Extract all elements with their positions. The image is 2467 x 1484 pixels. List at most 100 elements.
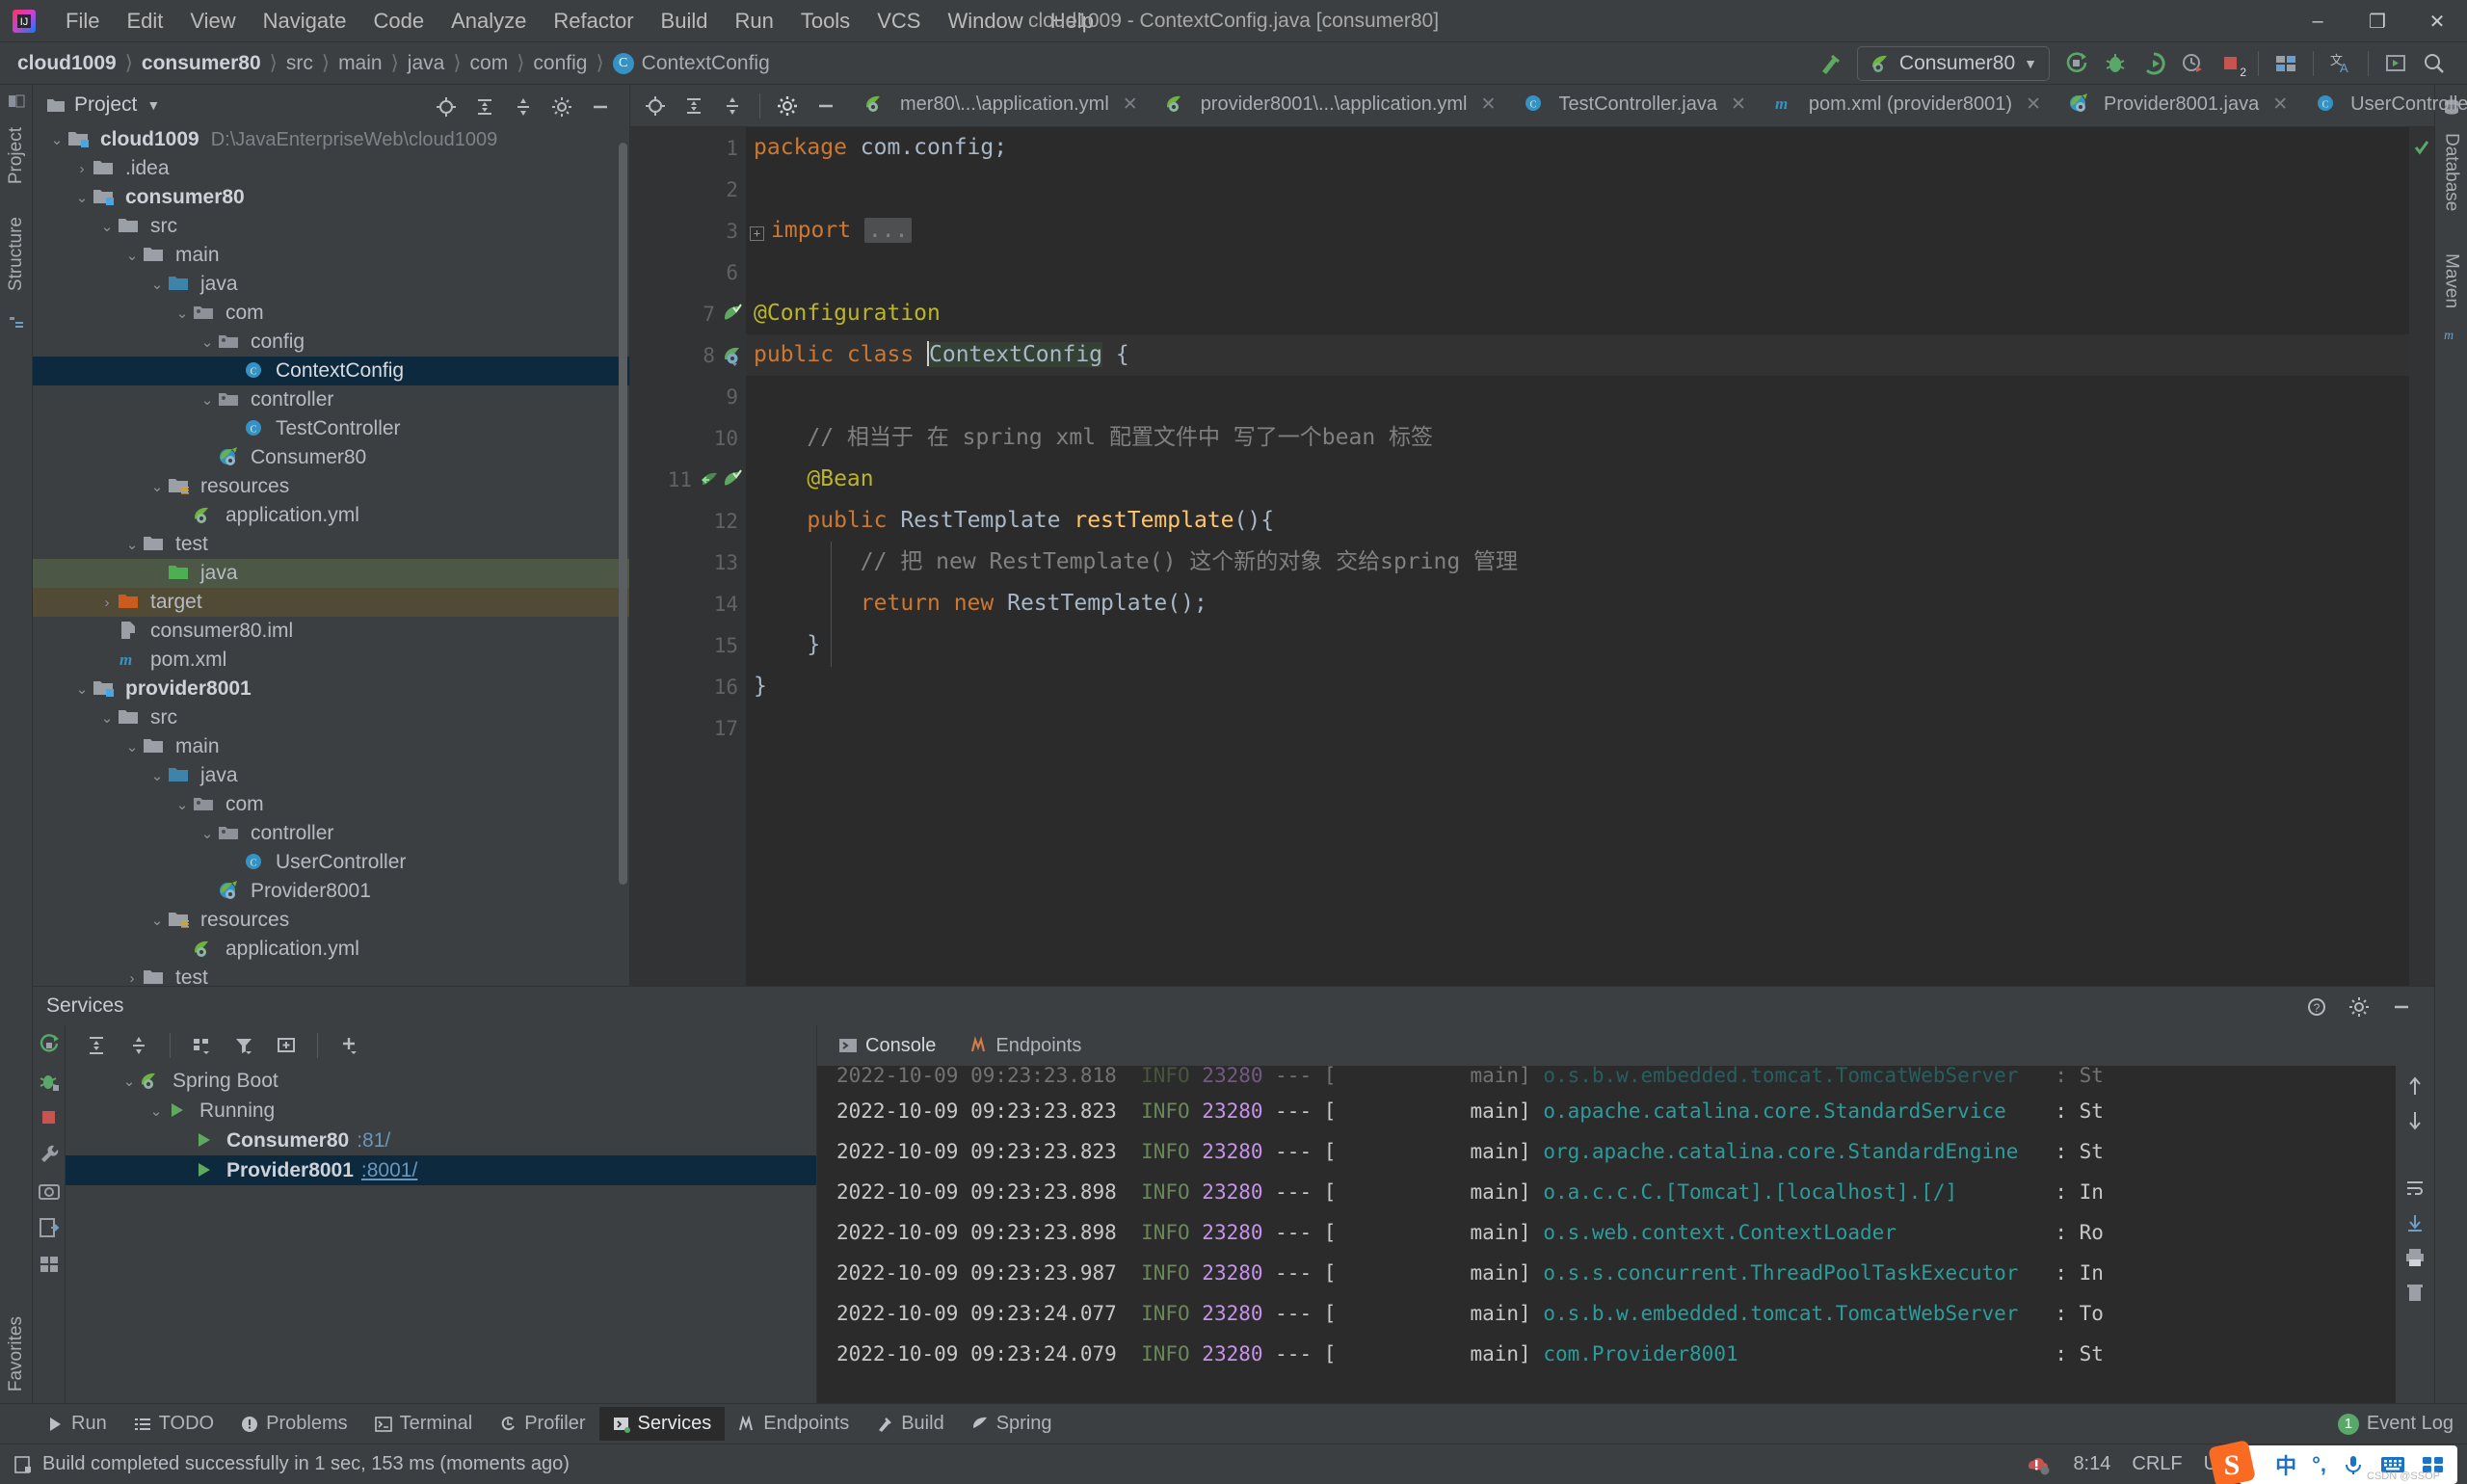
menu-view[interactable]: View: [176, 6, 249, 37]
hide-icon[interactable]: [807, 88, 845, 124]
menu-window[interactable]: Window: [934, 6, 1036, 37]
services-item-url[interactable]: :81/: [357, 1129, 390, 1153]
scroll-up-icon[interactable]: [2404, 1075, 2426, 1097]
code-line[interactable]: @Configuration: [746, 293, 2434, 334]
collapse-all-icon[interactable]: [713, 88, 752, 124]
expand-all-icon[interactable]: [465, 89, 504, 125]
close-icon[interactable]: ✕: [1481, 93, 1497, 116]
close-icon[interactable]: ✕: [2272, 93, 2288, 116]
close-icon[interactable]: ✕: [1731, 93, 1746, 116]
gutter-markers[interactable]: [723, 293, 744, 334]
code-line[interactable]: package com.config;: [746, 127, 2434, 169]
code-line[interactable]: // 相当于 在 spring xml 配置文件中 写了一个bean 标签: [746, 417, 2434, 459]
problems-warning-icon[interactable]: [2027, 1453, 2052, 1476]
run-with-coverage-button[interactable]: [2135, 45, 2173, 82]
gutter-line-number[interactable]: 14: [630, 583, 746, 624]
services-tree[interactable]: ⌄Spring Boot⌄RunningConsumer80:81/Provid…: [66, 1066, 816, 1185]
menu-run[interactable]: Run: [721, 6, 786, 37]
project-tree-item[interactable]: ⌄resources: [33, 906, 629, 935]
mic-icon[interactable]: [2342, 1453, 2365, 1476]
locate-icon[interactable]: [636, 88, 675, 124]
gutter-line-number[interactable]: 9: [630, 376, 746, 417]
project-tree-item[interactable]: ⌄main: [33, 732, 629, 761]
layout-icon[interactable]: [38, 1253, 61, 1276]
collapse-all-icon[interactable]: [504, 89, 543, 125]
tree-expand-arrow[interactable]: ⌄: [146, 276, 168, 293]
translate-icon[interactable]: 文A: [2321, 45, 2360, 82]
editor-tab[interactable]: Provider8001.java✕: [2055, 85, 2301, 126]
editor-tab[interactable]: CTestController.java✕: [1509, 85, 1759, 126]
gutter-line-number[interactable]: 13: [630, 542, 746, 583]
project-tree-item[interactable]: CContextConfig: [33, 357, 629, 385]
code-line[interactable]: [746, 707, 2434, 749]
profiler-button[interactable]: [2173, 45, 2212, 82]
spring-config-icon[interactable]: [723, 345, 744, 366]
project-tree-item[interactable]: ⌄provider8001: [33, 675, 629, 703]
project-tree-item[interactable]: ⌄config: [33, 328, 629, 357]
gutter-line-number[interactable]: 6: [630, 252, 746, 293]
tree-expand-arrow[interactable]: ⌄: [71, 680, 93, 698]
project-tree-item[interactable]: ›.idea: [33, 154, 629, 183]
locate-icon[interactable]: [427, 89, 465, 125]
tree-expand-arrow[interactable]: ⌄: [197, 391, 218, 409]
error-stripe-marker[interactable]: [2409, 127, 2434, 986]
debug-icon[interactable]: [38, 1070, 61, 1093]
tab-console[interactable]: Console: [831, 1031, 943, 1061]
code-line[interactable]: +import ...: [746, 210, 2434, 252]
services-tree-item[interactable]: ⌄Running: [66, 1096, 816, 1126]
gutter-line-number[interactable]: 10: [630, 417, 746, 459]
expand-all-icon[interactable]: [675, 88, 713, 124]
close-icon[interactable]: ✕: [1123, 93, 1138, 116]
breadcrumb-item-main[interactable]: main: [338, 52, 383, 75]
tree-expand-arrow[interactable]: ⌄: [96, 218, 118, 235]
project-tree-item[interactable]: consumer80.iml: [33, 617, 629, 646]
group-icon[interactable]: [182, 1027, 221, 1064]
breadcrumb-item-contextconfig[interactable]: C ContextConfig: [613, 52, 770, 75]
maximize-button[interactable]: ❐: [2348, 0, 2407, 42]
search-icon[interactable]: [2415, 45, 2454, 82]
build-project-button[interactable]: [1811, 45, 1849, 82]
updates-icon[interactable]: [2376, 45, 2415, 82]
project-tree-item[interactable]: ⌄cloud1009D:\JavaEnterpriseWeb\cloud1009: [33, 125, 629, 154]
rail-item-favorites[interactable]: Favorites: [6, 1307, 27, 1401]
soft-wrap-icon[interactable]: [2404, 1178, 2426, 1199]
bottom-item-build[interactable]: Build: [862, 1407, 957, 1441]
tree-expand-arrow[interactable]: ⌄: [71, 189, 93, 206]
fold-expand-icon[interactable]: +: [750, 226, 764, 241]
tree-expand-arrow[interactable]: ⌄: [172, 305, 193, 322]
tree-expand-arrow[interactable]: ⌄: [119, 1073, 140, 1090]
project-tree-scrollbar[interactable]: [619, 143, 627, 885]
services-tree-item[interactable]: ⌄Spring Boot: [66, 1066, 816, 1096]
tree-expand-arrow[interactable]: ⌄: [121, 247, 143, 264]
chevron-down-icon[interactable]: ▼: [146, 97, 160, 113]
scroll-end-icon[interactable]: [2404, 1212, 2426, 1233]
project-tree-item[interactable]: ⌄resources: [33, 472, 629, 501]
gutter-line-number[interactable]: 2: [630, 169, 746, 210]
export-icon[interactable]: [38, 1216, 61, 1239]
project-tree-item[interactable]: mpom.xml: [33, 646, 629, 675]
ime-toolbar[interactable]: S 中 °, CSDN @SSOP: [2239, 1445, 2457, 1484]
tree-expand-arrow[interactable]: ⌄: [146, 478, 168, 495]
services-tree-item[interactable]: Consumer80:81/: [66, 1126, 816, 1155]
bottom-item-run[interactable]: Run: [33, 1407, 120, 1441]
code-line[interactable]: }: [746, 666, 2434, 707]
breadcrumb-item-java[interactable]: java: [408, 52, 445, 75]
stop-button[interactable]: 2: [2212, 45, 2250, 82]
code-content[interactable]: package com.config; +import ... @Configu…: [746, 127, 2434, 986]
code-line[interactable]: public RestTemplate restTemplate(){: [746, 500, 2434, 542]
add-tab-icon[interactable]: [267, 1027, 305, 1064]
code-line[interactable]: return new RestTemplate();: [746, 583, 2434, 624]
settings-icon[interactable]: [768, 88, 807, 124]
camera-icon[interactable]: [38, 1179, 61, 1203]
code-line[interactable]: public class ContextConfig {: [746, 334, 2434, 376]
project-tree-item[interactable]: ⌄consumer80: [33, 183, 629, 212]
code-line[interactable]: }: [746, 624, 2434, 666]
tree-expand-arrow[interactable]: ⌄: [96, 709, 118, 727]
bottom-item-todo[interactable]: TODO: [120, 1407, 227, 1441]
menu-build[interactable]: Build: [648, 6, 722, 37]
tree-expand-arrow[interactable]: ⌄: [146, 767, 168, 784]
code-line[interactable]: // 把 new RestTemplate() 这个新的对象 交给spring …: [746, 542, 2434, 583]
console-output[interactable]: 2022-10-09 09:23:23.818 INFO 23280 --- […: [817, 1066, 2396, 1391]
rail-item-database[interactable]: Database: [2441, 123, 2462, 221]
stop-icon[interactable]: [38, 1106, 61, 1129]
